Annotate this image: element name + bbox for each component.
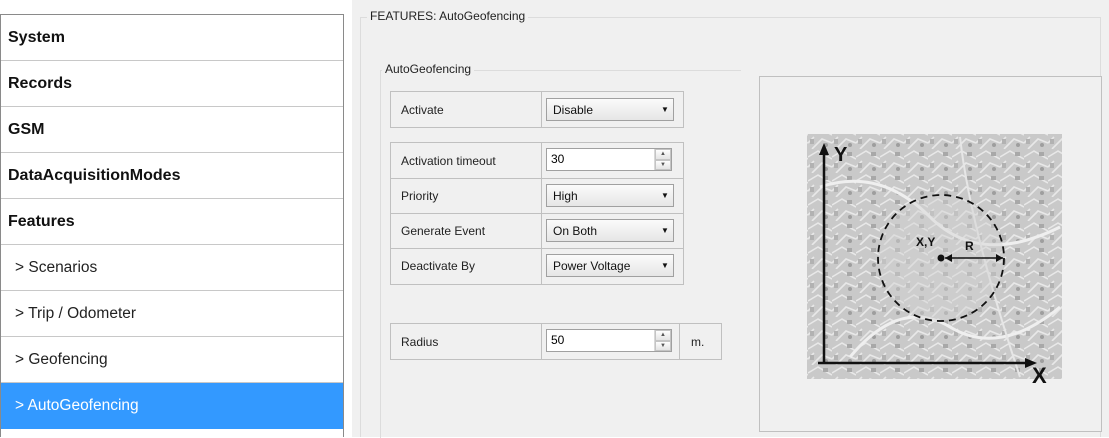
main-panel: FEATURES: AutoGeofencing AutoGeofencing …	[352, 0, 1109, 438]
divider	[541, 92, 542, 127]
group-title: AutoGeofencing	[382, 62, 475, 76]
spin-down-icon[interactable]: ▼	[655, 340, 671, 351]
activate-select[interactable]: Disable ▼	[546, 98, 674, 121]
divider	[391, 213, 683, 214]
activate-group: Activate Disable ▼	[390, 91, 684, 128]
settings-group: Activation timeout 30 ▲ ▼ Priority High …	[390, 142, 684, 285]
divider	[541, 324, 542, 359]
activation-timeout-value: 30	[551, 152, 565, 166]
sidebar-item-system[interactable]: System	[1, 15, 343, 61]
sidebar-item-gsm[interactable]: GSM	[1, 107, 343, 153]
autogeofence-illustration: X,Y R Y X	[807, 134, 1062, 388]
sidebar-item-autogeofencing[interactable]: > AutoGeofencing	[1, 383, 343, 429]
activate-label: Activate	[401, 103, 444, 117]
deactivate-by-select[interactable]: Power Voltage ▼	[546, 254, 674, 277]
sidebar-item-features[interactable]: Features	[1, 199, 343, 245]
generate-event-value: On Both	[553, 223, 598, 238]
divider	[391, 178, 683, 179]
spin-up-icon[interactable]: ▲	[655, 330, 671, 341]
panel-title: FEATURES: AutoGeofencing	[367, 9, 529, 23]
center-point	[937, 254, 945, 262]
deactivate-by-value: Power Voltage	[553, 258, 631, 273]
sidebar-item-geofencing[interactable]: > Geofencing	[1, 337, 343, 383]
radius-label-text: R	[965, 239, 974, 253]
y-axis-label: Y	[834, 144, 848, 166]
activation-timeout-spinner[interactable]: 30 ▲ ▼	[546, 148, 672, 171]
sidebar-item-scenarios[interactable]: > Scenarios	[1, 245, 343, 291]
chevron-down-icon: ▼	[661, 261, 669, 270]
x-axis-label: X	[1032, 363, 1047, 388]
radius-spinner[interactable]: 50 ▲ ▼	[546, 329, 672, 352]
sidebar-item-trip-odometer[interactable]: > Trip / Odometer	[1, 291, 343, 337]
spin-up-icon[interactable]: ▲	[655, 149, 671, 160]
generate-event-select[interactable]: On Both ▼	[546, 219, 674, 242]
generate-event-label: Generate Event	[401, 224, 486, 238]
illustration-panel: X,Y R Y X	[759, 76, 1102, 432]
priority-label: Priority	[401, 189, 439, 203]
divider	[391, 248, 683, 249]
radius-label: Radius	[401, 335, 439, 349]
activation-timeout-label: Activation timeout	[401, 154, 496, 168]
radius-unit: m.	[691, 335, 705, 349]
radius-group: Radius 50 ▲ ▼ m.	[390, 323, 722, 360]
sidebar-nav: System Records GSM DataAcquisitionModes …	[0, 14, 344, 437]
sidebar-item-data-acquisition-modes[interactable]: DataAcquisitionModes	[1, 153, 343, 199]
chevron-down-icon: ▼	[661, 105, 669, 114]
center-label: X,Y	[916, 235, 935, 249]
activate-value: Disable	[553, 102, 594, 117]
deactivate-by-label: Deactivate By	[401, 259, 476, 273]
priority-value: High	[553, 188, 578, 203]
radius-value: 50	[551, 333, 565, 347]
chevron-down-icon: ▼	[661, 191, 669, 200]
divider	[679, 324, 680, 359]
spin-down-icon[interactable]: ▼	[655, 159, 671, 170]
chevron-down-icon: ▼	[661, 226, 669, 235]
priority-select[interactable]: High ▼	[546, 184, 674, 207]
sidebar-item-records[interactable]: Records	[1, 61, 343, 107]
